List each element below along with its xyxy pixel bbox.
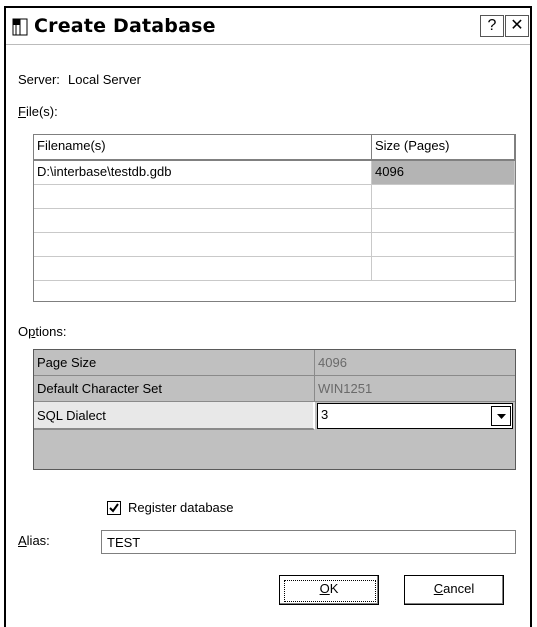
- filename-cell[interactable]: [34, 257, 372, 281]
- register-database-label[interactable]: Register database: [128, 500, 234, 515]
- cancel-mnemonic: C: [433, 581, 444, 596]
- database-icon: [12, 18, 28, 36]
- filename-cell[interactable]: [34, 233, 372, 257]
- cancel-button[interactable]: Cancel: [404, 575, 504, 605]
- alias-label-mnemonic: A: [18, 533, 27, 548]
- size-cell[interactable]: [372, 233, 515, 257]
- size-column-header[interactable]: Size (Pages): [372, 135, 515, 161]
- option-name-cell: SQL Dialect: [34, 402, 315, 430]
- cancel-button-label: Cancel: [434, 581, 474, 596]
- files-label: File(s):: [18, 104, 58, 119]
- filename-cell[interactable]: D:\interbase\testdb.gdb: [34, 161, 372, 185]
- ok-button[interactable]: OK: [279, 575, 379, 605]
- files-label-mnemonic: F: [18, 104, 26, 119]
- sql-dialect-select[interactable]: 3: [317, 403, 513, 429]
- filename-cell[interactable]: [34, 185, 372, 209]
- alias-input[interactable]: TEST: [101, 530, 516, 554]
- title-bar: Create Database ? ✕: [6, 8, 530, 45]
- size-cell[interactable]: [372, 209, 515, 233]
- files-label-rest: ile(s):: [25, 104, 58, 119]
- dropdown-button[interactable]: [491, 406, 511, 426]
- size-cell[interactable]: 4096: [372, 161, 515, 185]
- chevron-down-icon: [497, 414, 506, 419]
- page-size-value: 4096: [315, 350, 515, 376]
- files-grid[interactable]: Filename(s) Size (Pages) D:\interbase\te…: [33, 134, 516, 302]
- alias-label: Alias:: [18, 533, 50, 548]
- character-set-value: WIN1251: [315, 376, 515, 402]
- dialog-title: Create Database: [34, 15, 216, 37]
- server-label: Server:: [18, 72, 60, 87]
- filename-cell[interactable]: [34, 209, 372, 233]
- filename-column-header[interactable]: Filename(s): [34, 135, 372, 161]
- alias-value: TEST: [107, 535, 141, 550]
- focus-rect: [284, 580, 376, 602]
- server-value: Local Server: [68, 72, 141, 87]
- option-name-cell: Default Character Set: [34, 376, 315, 402]
- options-label-rest: tions:: [35, 324, 67, 339]
- options-label: Options:: [18, 324, 66, 339]
- close-button[interactable]: ✕: [505, 15, 529, 37]
- options-label-start: O: [18, 324, 29, 339]
- options-grid[interactable]: Page Size 4096 Default Character Set WIN…: [33, 349, 516, 470]
- option-name-cell: Page Size: [34, 350, 315, 376]
- cancel-rest: ancel: [443, 581, 475, 596]
- size-cell[interactable]: [372, 185, 515, 209]
- sql-dialect-value: 3: [321, 407, 329, 422]
- register-database-checkbox[interactable]: [107, 501, 121, 515]
- size-cell[interactable]: [372, 257, 515, 281]
- create-database-dialog: Create Database ? ✕ Server: Local Server…: [4, 6, 532, 627]
- alias-label-rest: lias:: [26, 533, 50, 548]
- checkmark-icon: [109, 503, 119, 513]
- help-button[interactable]: ?: [480, 15, 504, 37]
